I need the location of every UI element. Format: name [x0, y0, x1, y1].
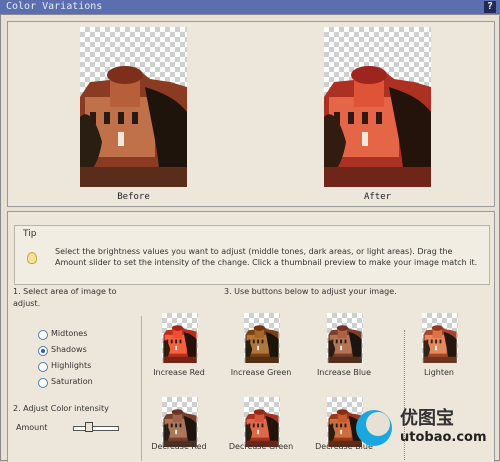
before-label: Before: [117, 192, 150, 202]
lighten-thumb[interactable]: [422, 313, 458, 363]
radio-highlights[interactable]: Highlights: [38, 360, 148, 374]
increase-green-thumb[interactable]: [244, 313, 280, 363]
preview-panel: Before After: [7, 21, 495, 207]
amount-slider-track[interactable]: [73, 426, 119, 431]
radio-saturation[interactable]: Saturation: [38, 376, 148, 390]
decrease-green-label: Decrease Green: [228, 442, 294, 451]
tip-text: Select the brightness values you want to…: [55, 247, 478, 267]
increase-red-label: Increase Red: [153, 368, 205, 377]
radio-circle: [38, 378, 48, 388]
lightbulb-icon: [27, 252, 37, 264]
color-variations-dialog: Before After Tip Select the brightness v…: [0, 14, 500, 462]
window-title: Color Variations: [6, 1, 103, 12]
radio-midtones[interactable]: Midtones: [38, 328, 148, 342]
after-label: After: [363, 192, 392, 202]
radio-shadows[interactable]: Shadows: [38, 344, 148, 358]
increase-blue-label: Increase Blue: [316, 368, 372, 377]
step2-label: 2. Adjust Color intensity: [13, 404, 109, 413]
amount-slider-thumb[interactable]: [85, 422, 93, 432]
help-button[interactable]: ?: [484, 1, 496, 13]
watermark-logo-icon: [356, 410, 392, 446]
step3-label: 3. Use buttons below to adjust your imag…: [224, 287, 397, 296]
radio-circle-selected: [38, 346, 48, 356]
radio-label: Highlights: [51, 361, 92, 370]
amount-label: Amount: [16, 423, 48, 432]
increase-red-thumb[interactable]: [162, 313, 198, 363]
radio-label: Midtones: [51, 329, 88, 338]
watermark: 优图宝 utobao.com: [352, 402, 496, 458]
decrease-red-label: Decrease Red: [151, 442, 207, 451]
tip-box: Tip Select the brightness values you wan…: [14, 225, 490, 285]
decrease-green-thumb[interactable]: [244, 397, 280, 447]
watermark-cn: 优图宝: [400, 408, 454, 429]
lighten-label: Lighten: [424, 368, 454, 377]
after-preview: [324, 27, 431, 187]
increase-green-label: Increase Green: [230, 368, 292, 377]
before-preview: [80, 27, 187, 187]
title-bar: Color Variations ?: [0, 0, 500, 14]
increase-blue-thumb[interactable]: [327, 313, 363, 363]
radio-label: Shadows: [51, 345, 87, 354]
tip-label: Tip: [23, 229, 37, 239]
radio-circle: [38, 330, 48, 340]
watermark-url: utobao.com: [400, 430, 487, 445]
radio-circle: [38, 362, 48, 372]
divider: [141, 316, 142, 461]
radio-label: Saturation: [51, 377, 93, 386]
decrease-red-thumb[interactable]: [162, 397, 198, 447]
step1-label: 1. Select area of image to adjust.: [13, 287, 117, 308]
